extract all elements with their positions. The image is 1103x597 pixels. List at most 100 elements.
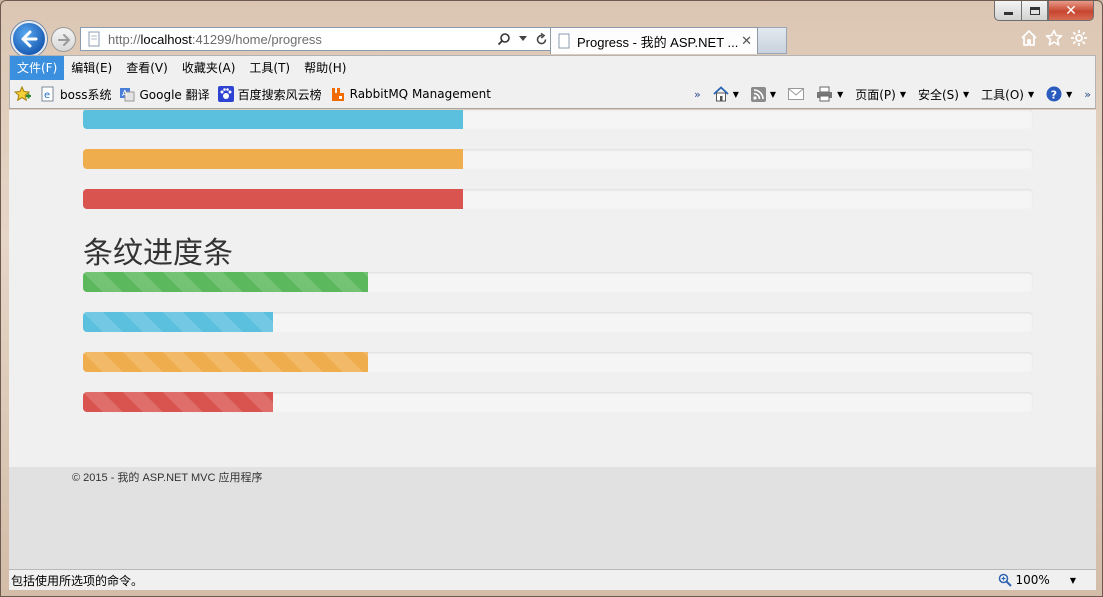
back-button[interactable] (11, 21, 47, 57)
favorite-boss-link[interactable]: e boss系统 (40, 86, 111, 103)
chevron-down-icon: ▼ (1027, 89, 1035, 99)
striped-progress-bar-danger (83, 392, 1033, 412)
zoom-level: 100% (1015, 573, 1050, 587)
baidu-paw-icon (217, 86, 234, 102)
page-icon (558, 33, 570, 49)
rss-feed-icon (750, 86, 766, 102)
new-tab-button[interactable] (758, 27, 787, 54)
status-bar: 包括使用所选项的命令。 100% ▼ (9, 569, 1096, 590)
printer-icon (817, 86, 833, 102)
home-icon (713, 86, 729, 102)
chevron-down-icon: ▼ (1066, 89, 1073, 99)
tab-progress[interactable]: Progress - 我的 ASP.NET ... ✕ (550, 27, 758, 54)
menu-favorites[interactable]: 收藏夹(A) (175, 56, 243, 80)
rabbitmq-icon (330, 86, 346, 102)
maximize-button[interactable] (1021, 1, 1048, 21)
progress-fill (83, 110, 463, 129)
home-command-button[interactable]: ▼ (713, 86, 739, 102)
menu-file[interactable]: 文件(F) (10, 56, 65, 80)
favorite-label: Google 翻译 (139, 87, 210, 102)
more-commands-chevron[interactable]: » (1084, 88, 1091, 101)
read-mail-button[interactable] (788, 88, 805, 100)
more-favorites-chevron[interactable]: » (694, 88, 701, 101)
url-host: localhost (140, 31, 192, 47)
svg-text:A: A (122, 89, 128, 98)
favorite-google-translate-link[interactable]: A Google 翻译 (119, 86, 210, 103)
chevron-down-icon: ▼ (1069, 575, 1076, 585)
favorite-baidu-link[interactable]: 百度搜索风云榜 (217, 86, 322, 103)
home-icon[interactable] (1020, 29, 1038, 47)
menu-help[interactable]: 帮助(H) (297, 56, 353, 80)
menu-view[interactable]: 查看(V) (119, 56, 175, 80)
caption-buttons: ✕ (994, 1, 1094, 21)
safety-menu-label: 安全(S) (918, 87, 959, 102)
progress-bar-info (83, 110, 1033, 129)
chevron-down-icon: ▼ (732, 89, 739, 99)
feeds-command-button[interactable]: ▼ (750, 86, 777, 102)
help-menu-button[interactable]: ? ▼ (1046, 86, 1072, 102)
favorites-bar: e boss系统 A Google 翻译 百度搜索风云榜 RabbitMQ Ma… (10, 80, 1095, 108)
add-favorite-button[interactable] (14, 86, 32, 102)
browser-chrome: 文件(F) 编辑(E) 查看(V) 收藏夹(A) 工具(T) 帮助(H) e b… (9, 55, 1096, 109)
settings-gear-icon[interactable] (1070, 29, 1088, 47)
close-window-button[interactable]: ✕ (1048, 1, 1094, 21)
chevron-right-double-icon: » (694, 87, 701, 101)
print-command-button[interactable]: ▼ (816, 86, 843, 102)
forward-arrow-icon (57, 33, 70, 46)
menu-tools[interactable]: 工具(T) (242, 56, 297, 80)
minimize-button[interactable] (994, 1, 1021, 21)
progress-fill (83, 392, 273, 412)
menu-bar: 文件(F) 编辑(E) 查看(V) 收藏夹(A) 工具(T) 帮助(H) (10, 56, 1095, 80)
forward-button[interactable] (51, 27, 76, 52)
url-path: :41299/home/progress (191, 31, 322, 47)
striped-progress-bar-success (83, 272, 1033, 292)
safety-menu-button[interactable]: 安全(S) ▼ (918, 86, 969, 103)
striped-progress-bar-info (83, 312, 1033, 332)
page-menu-button[interactable]: 页面(P) ▼ (855, 86, 906, 103)
status-message: 包括使用所选项的命令。 (11, 573, 144, 588)
favorite-rabbitmq-link[interactable]: RabbitMQ Management (330, 86, 491, 102)
page-icon (88, 31, 100, 47)
browser-window: ✕ http://localhost:41299/home/progress P… (0, 0, 1103, 597)
menu-edit[interactable]: 编辑(E) (64, 56, 119, 80)
tools-menu-label: 工具(O) (981, 87, 1024, 102)
progress-fill (83, 272, 368, 292)
progress-fill (83, 189, 463, 209)
address-bar[interactable]: http://localhost:41299/home/progress (80, 27, 555, 51)
favorites-add-star-icon (14, 86, 31, 102)
favorites-star-icon[interactable] (1045, 29, 1063, 47)
tools-menu-button[interactable]: 工具(O) ▼ (981, 86, 1034, 103)
chevron-down-icon: ▼ (962, 89, 970, 99)
close-tab-icon[interactable]: ✕ (741, 34, 752, 49)
chevron-down-icon: ▼ (837, 89, 844, 99)
ie-page-icon: e (40, 86, 56, 102)
progress-fill (83, 352, 368, 372)
translate-icon: A (119, 86, 135, 102)
url-text[interactable]: http://localhost:41299/home/progress (108, 32, 497, 47)
svg-text:?: ? (1051, 89, 1057, 102)
favorite-label: boss系统 (60, 87, 112, 102)
chevron-down-icon: ▼ (769, 89, 777, 99)
svg-text:e: e (44, 90, 50, 101)
chevron-down-icon: ▼ (899, 89, 906, 99)
page-menu-label: 页面(P) (855, 87, 896, 102)
progress-bar-warning (83, 149, 1033, 169)
footer-copyright: © 2015 - 我的 ASP.NET MVC 应用程序 (72, 472, 263, 484)
progress-fill (83, 149, 463, 169)
browser-toolbar-icons (1020, 29, 1088, 47)
search-icon[interactable] (497, 32, 511, 46)
zoom-control[interactable]: 100% ▼ (998, 573, 1076, 587)
favorite-label: 百度搜索风云榜 (237, 87, 322, 102)
favorite-label: RabbitMQ Management (349, 87, 491, 101)
dropdown-arrow-icon[interactable] (519, 36, 527, 42)
striped-progress-bar-warning (83, 352, 1033, 372)
progress-fill (83, 312, 273, 332)
striped-progress-heading: 条纹进度条 (83, 236, 233, 271)
zoom-icon (998, 573, 1012, 587)
page-content: 条纹进度条 © 2015 - 我的 ASP.NET MVC 应用程序 (9, 110, 1096, 569)
command-bar: » ▼ ▼ ▼ 页面(P) ▼ 安全(S) ▼ 工具(O) ▼ ? ▼ » (694, 80, 1095, 108)
mail-icon (788, 88, 805, 100)
page-footer: © 2015 - 我的 ASP.NET MVC 应用程序 (9, 467, 1096, 569)
refresh-icon[interactable] (535, 32, 548, 46)
tab-title: Progress - 我的 ASP.NET ... (577, 34, 739, 50)
